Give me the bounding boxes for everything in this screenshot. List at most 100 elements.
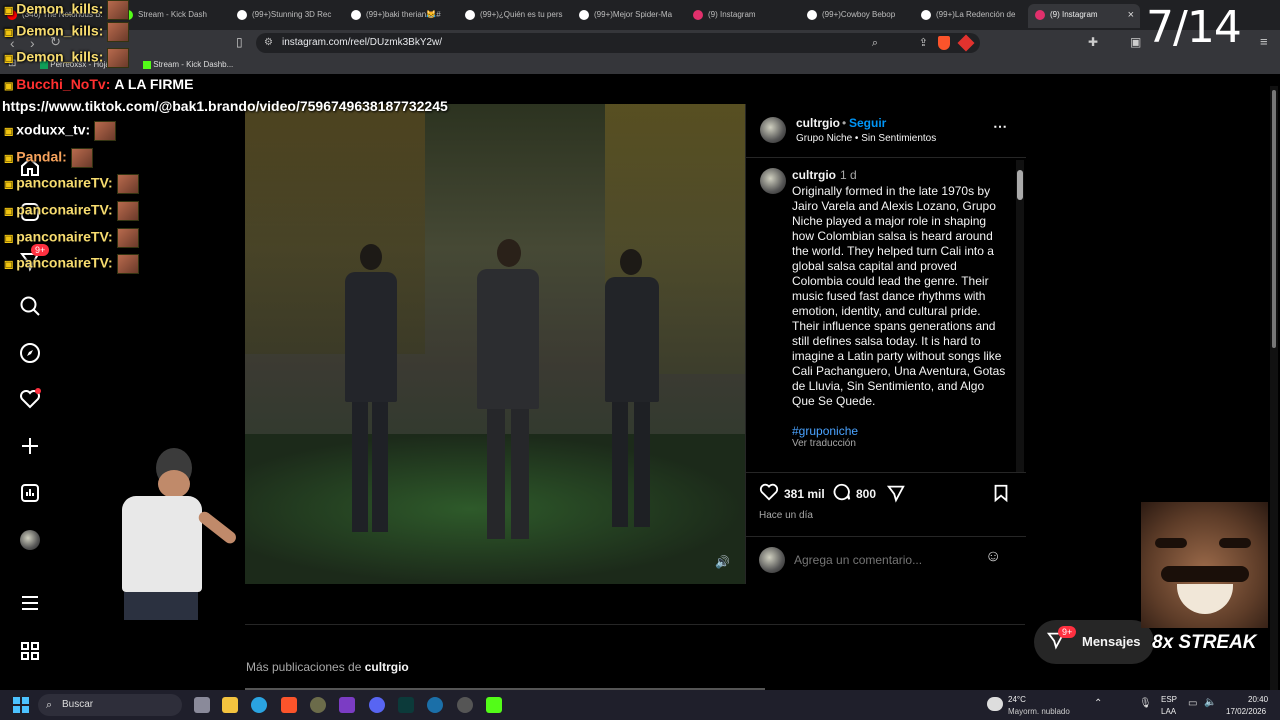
explore-icon[interactable]: [19, 342, 41, 364]
browser-tab[interactable]: (99+)¿Quién es tu pers: [458, 4, 570, 28]
weather-desc[interactable]: Mayorm. nublado: [1008, 707, 1070, 716]
windows-start-icon[interactable]: [13, 697, 29, 713]
volume-tray-icon[interactable]: 🔈: [1204, 697, 1216, 708]
chat-emote: [94, 121, 117, 141]
comments-scrollbar[interactable]: [1016, 160, 1024, 472]
tab-label: (99+)¿Quién es tu pers: [480, 10, 563, 19]
dashboard-icon[interactable]: [19, 482, 41, 504]
bookmark-item[interactable]: Stream - Kick Dashb...: [143, 60, 233, 69]
save-icon[interactable]: [991, 483, 1011, 508]
browser-tab[interactable]: (99+)La Redención de: [914, 4, 1026, 28]
taskbar-search[interactable]: ⌕ Buscar: [38, 694, 182, 716]
profile-avatar[interactable]: [20, 530, 40, 550]
chat-badge-icon: ▣: [4, 206, 17, 218]
tab-label: (9) Instagram: [708, 10, 756, 19]
lang-layout[interactable]: LAA: [1161, 707, 1176, 716]
caption-username[interactable]: cultrgio: [792, 168, 836, 182]
emoji-icon[interactable]: ☺: [985, 548, 1001, 566]
like-icon[interactable]: [759, 482, 779, 507]
terminal-icon[interactable]: [398, 697, 414, 713]
share-icon[interactable]: ⇪: [919, 33, 928, 53]
search-icon[interactable]: [19, 295, 41, 317]
brave-icon[interactable]: [281, 697, 297, 713]
tab-favicon: [237, 10, 247, 20]
network-icon[interactable]: ▭: [1188, 698, 1197, 709]
chat-badge-icon: ▣: [4, 53, 17, 65]
chat-emote: [116, 254, 139, 274]
extensions-icon[interactable]: ✚: [1088, 35, 1098, 49]
more-posts-user[interactable]: cultrgio: [365, 660, 409, 674]
audio-track[interactable]: Grupo Niche • Sin Sentimientos: [796, 133, 936, 144]
kick-icon[interactable]: [486, 697, 502, 713]
apps-grid-icon[interactable]: [19, 640, 41, 662]
author-username[interactable]: cultrgio: [796, 116, 840, 130]
wallet-icon[interactable]: ▣: [1130, 35, 1141, 49]
notifications-heart-icon[interactable]: [19, 388, 41, 410]
chat-emote: [70, 148, 93, 168]
chat-message: ▣ panconaireTV:: [4, 254, 139, 274]
tab-favicon: [693, 10, 703, 20]
address-bar[interactable]: ⚙ instagram.com/reel/DUzmk3BkY2w/ ⌕ ⇪: [256, 33, 980, 53]
browser-tab[interactable]: (99+)baki therian😹#: [344, 4, 456, 28]
tab-close-icon[interactable]: ×: [1128, 4, 1134, 26]
chat-username: panconaireTV:: [16, 254, 113, 271]
browser-tab[interactable]: (99+)Mejor Spider-Ma: [572, 4, 684, 28]
chat-message: ▣ panconaireTV:: [4, 228, 139, 248]
like-count[interactable]: 381 mil: [784, 487, 825, 501]
divider: [746, 157, 1026, 158]
weather-temp[interactable]: 24°C: [1008, 695, 1026, 704]
browser-tab[interactable]: (9) Instagram ×: [1028, 4, 1140, 28]
author-avatar[interactable]: [760, 117, 786, 143]
caption-avatar[interactable]: [760, 168, 786, 194]
comment-icon[interactable]: [832, 482, 852, 507]
zoom-icon[interactable]: ⌕: [872, 33, 878, 53]
share-post-icon[interactable]: [886, 483, 906, 508]
browser-tab[interactable]: (9) Instagram: [686, 4, 798, 28]
brave-shield-icon[interactable]: [938, 36, 950, 50]
follow-button[interactable]: Seguir: [849, 116, 886, 130]
obs-icon[interactable]: [457, 697, 473, 713]
edge-icon[interactable]: [251, 697, 267, 713]
chat-emote: [107, 22, 130, 42]
app-icon[interactable]: [310, 697, 326, 713]
task-view-icon[interactable]: [194, 697, 210, 713]
clock-date[interactable]: 17/02/2026: [1226, 707, 1266, 716]
volume-icon[interactable]: 🔊: [715, 555, 730, 569]
discord-icon[interactable]: [369, 697, 385, 713]
bookmark-page-icon[interactable]: ▯: [236, 35, 243, 49]
tray-chevron-icon[interactable]: ⌃: [1094, 698, 1102, 709]
site-info-icon[interactable]: ⚙: [264, 33, 273, 53]
steam-icon[interactable]: [427, 697, 443, 713]
app-icon[interactable]: [339, 697, 355, 713]
browser-tab[interactable]: (99+)Cowboy Bebop: [800, 4, 912, 28]
browser-tab[interactable]: Stream - Kick Dash: [116, 4, 228, 28]
comment-count[interactable]: 800: [856, 487, 876, 501]
messages-button[interactable]: 9+ Mensajes: [1034, 620, 1154, 664]
reel-video[interactable]: 🔊: [245, 104, 745, 584]
scrollbar-thumb[interactable]: [1272, 90, 1276, 348]
mic-icon[interactable]: 🎙: [1139, 698, 1152, 709]
menu-icon[interactable]: ≡: [1260, 34, 1268, 49]
tab-label: (99+)La Redención de: [936, 10, 1016, 19]
file-explorer-icon[interactable]: [222, 697, 238, 713]
chat-text: https://www.tiktok.com/@bak1.brando/vide…: [2, 98, 448, 114]
bookmark-label: Stream - Kick Dashb...: [153, 60, 234, 69]
brave-rewards-icon[interactable]: [957, 34, 975, 52]
more-menu-icon[interactable]: [19, 592, 41, 614]
post-options-icon[interactable]: ⋯: [993, 118, 1008, 135]
comment-input[interactable]: [794, 551, 974, 569]
browser-tab[interactable]: (99+)Stunning 3D Rec: [230, 4, 342, 28]
post-details-panel: cultrgio • Seguir Grupo Niche • Sin Sent…: [745, 104, 1026, 584]
create-icon[interactable]: [19, 435, 41, 457]
chat-badge-icon: ▣: [4, 153, 17, 165]
clock-time[interactable]: 20:40: [1248, 695, 1268, 704]
page-scrollbar[interactable]: [1270, 86, 1278, 690]
lang-code[interactable]: ESP: [1161, 695, 1177, 704]
section-divider: [245, 624, 1025, 625]
chat-username: panconaireTV:: [16, 228, 113, 245]
windows-taskbar: ⌕ Buscar 24°C Mayorm. nublado ⌃ 🎙 ESP LA…: [0, 690, 1280, 720]
chat-username: Demon_kills:: [16, 48, 104, 65]
messages-label: Mensajes: [1082, 634, 1141, 649]
hashtag-link[interactable]: #gruponiche: [792, 424, 858, 438]
translate-link[interactable]: Ver traducción: [792, 438, 856, 449]
